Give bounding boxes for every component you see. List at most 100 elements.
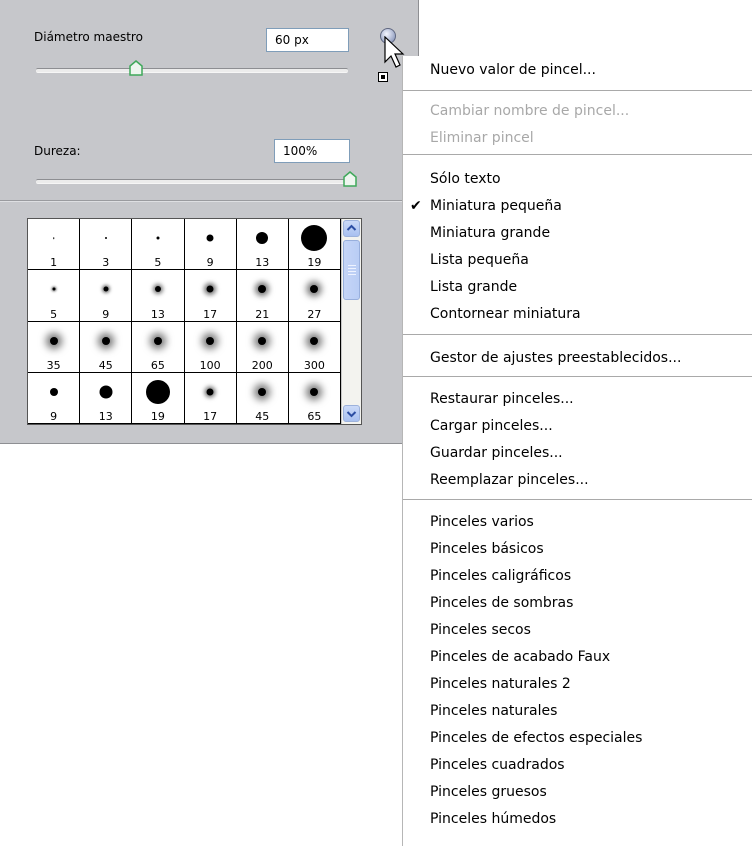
brush-size-label: 13	[98, 410, 113, 423]
brush-tip-preview	[310, 285, 319, 294]
menu-item-load-brushes[interactable]: Cargar pinceles...	[430, 416, 553, 436]
brush-grid-scrollbar[interactable]	[341, 219, 361, 424]
menu-item-small-list[interactable]: Lista pequeña	[430, 250, 529, 270]
brush-size-label: 3	[102, 256, 110, 270]
menu-item-library[interactable]: Pinceles de acabado Faux	[430, 647, 610, 667]
hardness-slider-track[interactable]	[36, 179, 350, 184]
brush-thumbnail[interactable]: 13	[80, 372, 133, 424]
brush-size-label: 9	[50, 410, 58, 423]
brush-tip-preview	[103, 286, 109, 292]
menu-item-save-brushes[interactable]: Guardar pinceles...	[430, 443, 563, 463]
menu-item-text-only[interactable]: Sólo texto	[430, 169, 501, 189]
brush-thumbnail[interactable]: 100	[184, 321, 237, 373]
brush-size-label: 17	[203, 410, 218, 423]
brush-size-label: 21	[255, 307, 270, 321]
brush-tip-preview	[301, 225, 328, 251]
brush-size-label: 45	[98, 358, 113, 372]
menu-item-preset-manager[interactable]: Gestor de ajustes preestablecidos...	[430, 348, 681, 368]
menu-item-library[interactable]: Pinceles varios	[430, 512, 534, 532]
brush-thumbnail[interactable]: 21	[236, 270, 289, 322]
checkmark-icon: ✔	[410, 198, 422, 214]
menu-item-library[interactable]: Pinceles húmedos	[430, 809, 556, 829]
brush-tip-preview	[258, 336, 267, 345]
brush-size-label: 27	[307, 307, 322, 321]
brush-thumbnail[interactable]: 5	[132, 219, 185, 271]
menu-separator	[403, 90, 752, 91]
brush-thumbnail[interactable]: 9	[184, 219, 237, 271]
scroll-up-button[interactable]	[343, 220, 360, 237]
menu-item-library[interactable]: Pinceles gruesos	[430, 782, 547, 802]
menu-item-library[interactable]: Pinceles naturales 2	[430, 674, 571, 694]
brush-size-label: 45	[255, 410, 270, 423]
brush-tip-preview	[154, 286, 161, 293]
brush-tip-preview	[310, 387, 319, 396]
brush-size-label: 65	[307, 410, 322, 423]
menu-item-replace-brushes[interactable]: Reemplazar pinceles...	[430, 470, 589, 490]
brush-tip-preview	[49, 336, 58, 345]
menu-item-delete-brush: Eliminar pincel	[430, 130, 534, 146]
menu-item-rename-brush: Cambiar nombre de pincel...	[430, 103, 630, 119]
brush-thumbnail[interactable]: 9	[28, 372, 81, 424]
brush-tip-preview	[52, 287, 56, 291]
menu-item-library[interactable]: Pinceles básicos	[430, 539, 544, 559]
master-diameter-slider-track[interactable]	[36, 68, 348, 73]
hardness-field[interactable]: 100%	[274, 139, 350, 163]
menu-item-stroke-thumbnail[interactable]: Contornear miniatura	[430, 304, 581, 324]
menu-item-large-list[interactable]: Lista grande	[430, 277, 517, 297]
menu-item-library[interactable]: Pinceles de sombras	[430, 593, 573, 613]
master-diameter-slider-thumb[interactable]	[129, 60, 143, 76]
scroll-down-button[interactable]	[343, 405, 360, 422]
brush-thumbnail[interactable]: 17	[184, 372, 237, 424]
master-diameter-field[interactable]: 60 px	[266, 28, 349, 52]
menu-item-library[interactable]: Pinceles de efectos especiales	[430, 728, 642, 748]
brush-tip-preview	[104, 237, 107, 239]
brush-thumbnail[interactable]: 13	[132, 270, 185, 322]
menu-item-small-thumbnail[interactable]: Miniatura pequeña	[430, 196, 562, 216]
brush-tip-preview	[256, 232, 269, 244]
brush-thumbnail[interactable]: 17	[184, 270, 237, 322]
menu-item-library[interactable]: Pinceles naturales	[430, 701, 557, 721]
menu-item-library[interactable]: Pinceles caligráficos	[430, 566, 571, 586]
brush-size-label: 17	[203, 307, 218, 321]
master-diameter-label: Diámetro maestro	[34, 30, 143, 44]
menu-separator	[403, 334, 752, 335]
menu-item-reset-brushes[interactable]: Restaurar pinceles...	[430, 389, 574, 409]
brush-thumbnail[interactable]: 65	[132, 321, 185, 373]
brush-thumbnail[interactable]: 19	[132, 372, 185, 424]
scroll-thumb[interactable]	[343, 240, 360, 300]
chevron-down-icon	[346, 411, 357, 418]
brush-tip-preview	[206, 234, 214, 242]
brush-size-label: 200	[251, 358, 273, 372]
hardness-label: Dureza:	[34, 144, 81, 158]
brush-thumbnail[interactable]: 5	[28, 270, 81, 322]
menu-item-large-thumbnail[interactable]: Miniatura grande	[430, 223, 550, 243]
menu-item-new-brush[interactable]: Nuevo valor de pincel...	[430, 60, 596, 80]
brush-tip-preview	[258, 387, 267, 396]
menu-item-library[interactable]: Pinceles secos	[430, 620, 531, 640]
new-preset-icon[interactable]	[378, 70, 390, 82]
brush-preset-grid: 1 3 5 9 13 19 5 9 13 17 21 27 35 45 65 100 200 300 9 13 19 17…	[27, 218, 362, 425]
brush-thumbnail[interactable]: 1	[28, 219, 81, 271]
brush-thumbnail[interactable]: 45	[80, 321, 133, 373]
brush-thumbnail[interactable]: 3	[80, 219, 133, 271]
brush-size-label: 13	[255, 256, 270, 270]
brush-size-label: 13	[150, 307, 165, 321]
brush-thumbnail[interactable]: 19	[288, 219, 341, 271]
brush-thumbnail[interactable]: 27	[288, 270, 341, 322]
brush-thumbnail[interactable]: 45	[236, 372, 289, 424]
brush-panel-context-menu: Nuevo valor de pincel... Cambiar nombre …	[402, 56, 752, 846]
brush-size-label: 5	[50, 307, 58, 321]
brush-thumbnail[interactable]: 300	[288, 321, 341, 373]
brush-thumbnail[interactable]: 13	[236, 219, 289, 271]
brush-thumbnail[interactable]: 9	[80, 270, 133, 322]
menu-item-library[interactable]: Pinceles cuadrados	[430, 755, 565, 775]
brush-tip-preview	[206, 388, 214, 396]
brush-thumbnail[interactable]: 35	[28, 321, 81, 373]
hardness-slider-thumb[interactable]	[343, 171, 357, 187]
brush-size-label: 9	[102, 307, 110, 321]
panel-divider	[0, 200, 418, 202]
brush-thumbnails: 1 3 5 9 13 19 5 9 13 17 21 27 35 45 65 100 200 300 9 13 19 17…	[28, 219, 341, 424]
brush-thumbnail[interactable]: 200	[236, 321, 289, 373]
brush-thumbnail[interactable]: 65	[288, 372, 341, 424]
menu-separator	[403, 154, 752, 155]
